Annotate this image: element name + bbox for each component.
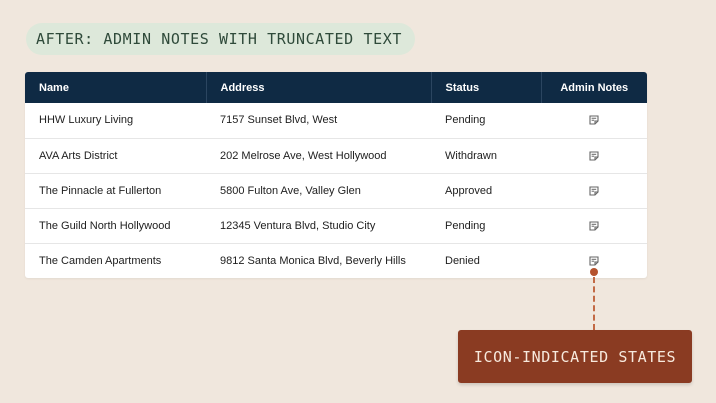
- table-header: Name Address Status Admin Notes: [25, 72, 647, 103]
- column-header-address[interactable]: Address: [206, 72, 432, 103]
- cell-status: Pending: [445, 114, 486, 127]
- table-row[interactable]: AVA Arts District 202 Melrose Ave, West …: [25, 138, 647, 173]
- callout-text: ICON-INDICATED STATES: [473, 347, 677, 366]
- table-body: HHW Luxury Living 7157 Sunset Blvd, West…: [25, 103, 647, 278]
- cell-address: 7157 Sunset Blvd, West: [220, 114, 338, 127]
- column-header-admin-notes[interactable]: Admin Notes: [541, 72, 647, 103]
- cell-name: The Camden Apartments: [39, 254, 162, 267]
- cell-admin-notes: [541, 173, 647, 208]
- table-row[interactable]: The Camden Apartments 9812 Santa Monica …: [25, 243, 647, 278]
- callout-connector-line: [593, 277, 595, 330]
- table: Name Address Status Admin Notes HHW Luxu…: [25, 72, 647, 278]
- cell-name: AVA Arts District: [39, 149, 118, 162]
- cell-address: 12345 Ventura Blvd, Studio City: [220, 219, 376, 232]
- table-row[interactable]: HHW Luxury Living 7157 Sunset Blvd, West…: [25, 103, 647, 138]
- header-row: Name Address Status Admin Notes: [25, 72, 647, 103]
- table-row[interactable]: The Guild North Hollywood 12345 Ventura …: [25, 208, 647, 243]
- cell-admin-notes: [541, 208, 647, 243]
- cell-admin-notes: [541, 103, 647, 138]
- note-icon[interactable]: [589, 256, 599, 266]
- note-icon[interactable]: [589, 186, 599, 196]
- cell-address: 202 Melrose Ave, West Hollywood: [220, 149, 387, 162]
- cell-status: Approved: [445, 184, 493, 197]
- note-icon[interactable]: [589, 151, 599, 161]
- table-row[interactable]: The Pinnacle at Fullerton 5800 Fulton Av…: [25, 173, 647, 208]
- cell-status: Withdrawn: [445, 149, 497, 162]
- caption-pill: AFTER: ADMIN NOTES WITH TRUNCATED TEXT: [26, 23, 415, 55]
- cell-status: Pending: [445, 219, 486, 232]
- column-header-name[interactable]: Name: [25, 72, 207, 103]
- cell-name: The Guild North Hollywood: [39, 219, 171, 232]
- cell-address: 9812 Santa Monica Blvd, Beverly Hills: [220, 254, 406, 267]
- cell-name: HHW Luxury Living: [39, 114, 134, 127]
- note-icon[interactable]: [589, 115, 599, 125]
- cell-status: Denied: [445, 254, 480, 267]
- caption-text: AFTER: ADMIN NOTES WITH TRUNCATED TEXT: [36, 30, 402, 48]
- cell-name: The Pinnacle at Fullerton: [39, 184, 162, 197]
- column-header-status[interactable]: Status: [431, 72, 542, 103]
- note-icon[interactable]: [589, 221, 599, 231]
- cell-address: 5800 Fulton Ave, Valley Glen: [220, 184, 361, 197]
- cell-admin-notes: [541, 138, 647, 173]
- properties-table: Name Address Status Admin Notes HHW Luxu…: [25, 72, 647, 278]
- callout-anchor-dot: [590, 268, 598, 276]
- callout-label: ICON-INDICATED STATES: [458, 330, 692, 383]
